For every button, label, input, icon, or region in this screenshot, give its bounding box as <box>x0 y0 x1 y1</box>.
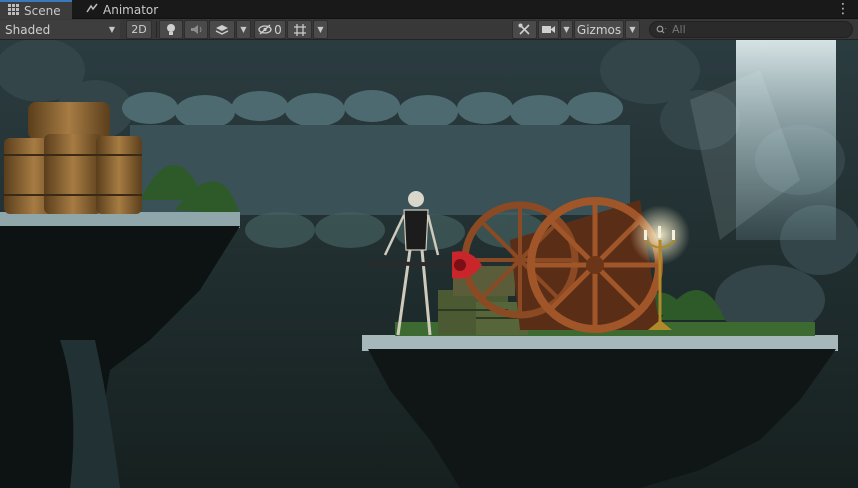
scene-viewport[interactable] <box>0 40 858 488</box>
scene-toolbar: Shaded ▼ 2D ▼ 0 ▼ ▼ Gizmos ▼ <box>0 19 858 40</box>
chevron-down-icon: ▼ <box>317 25 324 34</box>
layers-icon <box>215 24 229 35</box>
toggle-2d-button[interactable]: 2D <box>126 20 152 39</box>
scene-render <box>0 40 858 488</box>
effects-toggle-button[interactable] <box>209 20 235 39</box>
camera-dropdown[interactable]: ▼ <box>560 20 573 39</box>
chevron-down-icon: ▼ <box>108 25 115 34</box>
scene-visibility-button[interactable]: 0 <box>254 20 286 39</box>
chevron-down-icon: ▼ <box>563 25 570 34</box>
chevron-down-icon: ▼ <box>240 25 247 34</box>
animator-icon <box>86 3 98 16</box>
gizmos-button[interactable]: Gizmos <box>574 20 624 39</box>
tab-bar: Scene Animator ⋮ <box>0 0 858 19</box>
draw-mode-label: Shaded <box>5 22 51 37</box>
chevron-down-icon: ▼ <box>629 25 636 34</box>
lighting-toggle-button[interactable] <box>159 20 183 39</box>
tools-button[interactable] <box>512 20 537 39</box>
audio-toggle-button[interactable] <box>184 20 208 39</box>
toggle-2d-label: 2D <box>131 23 147 36</box>
effects-dropdown[interactable]: ▼ <box>236 20 251 39</box>
hidden-count: 0 <box>274 22 282 37</box>
tab-scene[interactable]: Scene <box>0 0 72 19</box>
grid-toggle-button[interactable] <box>287 20 312 39</box>
search-icon <box>656 25 667 34</box>
speaker-icon <box>190 25 201 34</box>
scene-search <box>649 21 853 38</box>
grid-icon <box>293 23 306 36</box>
lightbulb-icon <box>167 24 175 35</box>
hidden-eye-icon <box>258 24 272 35</box>
camera-icon <box>542 26 555 33</box>
tab-scene-label: Scene <box>24 3 61 18</box>
toolbar-separator <box>156 21 157 38</box>
draw-mode-dropdown[interactable]: Shaded ▼ <box>0 20 120 39</box>
gizmos-label: Gizmos <box>576 22 622 37</box>
grid-dropdown[interactable]: ▼ <box>313 20 328 39</box>
tab-animator[interactable]: Animator <box>78 0 160 19</box>
more-options-icon[interactable]: ⋮ <box>836 1 850 17</box>
gizmos-dropdown[interactable]: ▼ <box>625 20 640 39</box>
scene-grid-icon <box>8 3 19 18</box>
tab-animator-label: Animator <box>103 2 159 17</box>
tools-icon <box>518 23 530 35</box>
camera-button[interactable] <box>538 20 559 39</box>
search-input[interactable] <box>672 23 842 36</box>
